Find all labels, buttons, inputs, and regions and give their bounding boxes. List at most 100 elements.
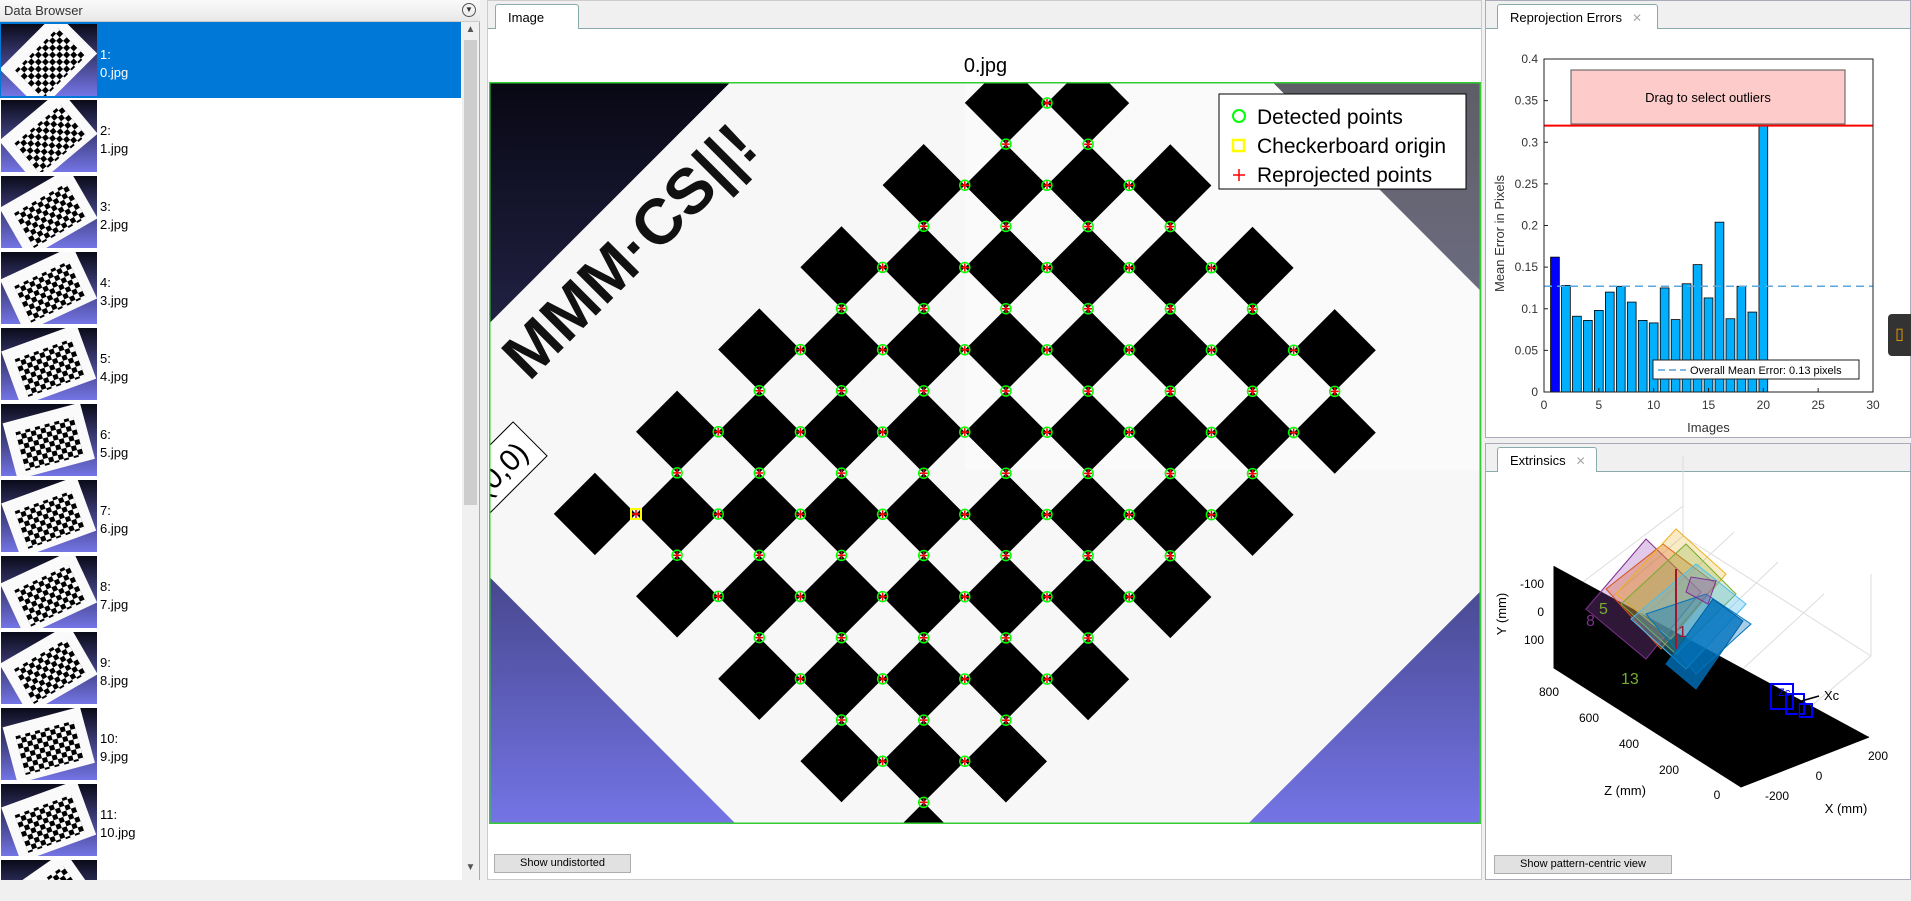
y-tick-label: 0.35 <box>1515 94 1539 108</box>
image-list-item[interactable]: 2: 1.jpg <box>0 98 461 174</box>
z-tick: 0 <box>1714 788 1721 802</box>
image-list-item[interactable]: 7: 6.jpg <box>0 478 461 554</box>
y-tick-label: 0 <box>1531 385 1538 399</box>
image-index: 7: <box>100 503 111 518</box>
z-tick: 200 <box>1659 763 1679 777</box>
image-list-item[interactable]: 6: 5.jpg <box>0 402 461 478</box>
error-bar <box>1670 319 1681 393</box>
image-list-item[interactable] <box>0 858 461 880</box>
error-bar <box>1572 315 1582 393</box>
image-index: 8: <box>100 579 111 594</box>
image-list-label: 2: 1.jpg <box>100 122 128 158</box>
error-bar <box>1648 322 1659 393</box>
image-list-item[interactable]: 11: 10.jpg <box>0 782 461 858</box>
image-list-label: 3: 2.jpg <box>100 198 128 234</box>
y-axis-label: Y (mm) <box>1494 593 1509 635</box>
image-list-label: 11: 10.jpg <box>100 806 135 842</box>
data-browser-title: Data Browser <box>4 3 83 18</box>
image-filename: 3.jpg <box>100 293 129 308</box>
error-bar <box>1626 301 1637 393</box>
image-list-item[interactable]: 3: 2.jpg <box>0 174 461 250</box>
board-label: 13 <box>1621 671 1639 688</box>
image-list-item[interactable]: 4: 3.jpg <box>0 250 461 326</box>
image-thumbnail <box>1 252 97 324</box>
show-pattern-centric-view-button[interactable]: Show pattern-centric view <box>1494 855 1672 874</box>
image-list-item[interactable]: 5: 4.jpg <box>0 326 461 402</box>
image-index: 6: <box>100 427 111 442</box>
x-tick-label: 25 <box>1811 398 1825 412</box>
data-browser-panel: Data Browser ▼ 1: 0.jpg 2: 1.jpg 3: 2.jpg 4: 3.… <box>0 0 480 880</box>
image-thumbnail <box>1 708 97 780</box>
x-tick: 0 <box>1816 769 1823 783</box>
image-thumbnail <box>1 632 97 704</box>
x-tick-label: 10 <box>1647 398 1661 412</box>
scrollbar-thumb[interactable] <box>464 40 477 505</box>
image-list-label: 1: 0.jpg <box>100 46 128 82</box>
usb-icon[interactable]: ▯ <box>1888 314 1911 356</box>
y-tick: -100 <box>1520 577 1544 591</box>
image-filename: 9.jpg <box>100 749 129 764</box>
error-bar <box>1605 291 1615 393</box>
z-tick: 800 <box>1539 685 1559 699</box>
camera-z-label: Zc <box>1778 687 1791 699</box>
scroll-down-icon[interactable]: ▼ <box>462 862 479 878</box>
calibration-image[interactable]: MMM·CS||! (0,0) Detected points Checkerb… <box>489 82 1481 824</box>
image-thumbnail <box>1 24 97 96</box>
y-tick-label: 0.3 <box>1521 135 1538 149</box>
image-thumbnail <box>1 100 97 172</box>
image-index: 10: <box>100 731 119 746</box>
image-filename: 4.jpg <box>100 369 129 384</box>
image-thumbnail <box>1 328 97 400</box>
reprojection-error-chart[interactable]: Drag to select outliers 0 5 10 15 20 25 30 0 0.05… <box>1486 1 1911 439</box>
image-index: 4: <box>100 275 111 290</box>
drag-hint: Drag to select outliers <box>1645 90 1771 105</box>
image-thumbnail <box>1 860 97 880</box>
extrinsics-3d-plot[interactable]: 8 5 13 1 Xc Yc Zc -100 0 100 800 600 400… <box>1486 444 1911 844</box>
image-list-label: 4: 3.jpg <box>100 274 128 310</box>
x-tick-label: 5 <box>1595 398 1602 412</box>
x-tick-label: 20 <box>1757 398 1771 412</box>
y-tick-label: 0.2 <box>1521 219 1538 233</box>
scroll-up-icon[interactable]: ▲ <box>462 24 479 40</box>
y-tick-label: 0.25 <box>1515 177 1539 191</box>
image-list-label: 7: 6.jpg <box>100 502 128 538</box>
image-filename: 6.jpg <box>100 521 129 536</box>
image-index: 1: <box>100 47 111 62</box>
legend-detected: Detected points <box>1257 106 1403 129</box>
image-index: 11: <box>100 807 118 822</box>
image-index: 3: <box>100 199 111 214</box>
image-list-item[interactable]: 10: 9.jpg <box>0 706 461 782</box>
x-axis-label: X (mm) <box>1825 801 1868 816</box>
image-panel: Image 0.jpg MMM·CS||! (0,0) Detected poi… <box>487 0 1482 880</box>
image-list-item[interactable]: 1: 0.jpg <box>0 22 461 98</box>
y-tick: 100 <box>1524 633 1544 647</box>
image-index: 2: <box>100 123 111 138</box>
x-tick: -200 <box>1765 789 1789 803</box>
image-filename: 7.jpg <box>100 597 129 612</box>
image-list-item[interactable]: 9: 8.jpg <box>0 630 461 706</box>
error-bar <box>1550 256 1560 393</box>
error-bar <box>1583 320 1593 393</box>
y-tick-label: 0.4 <box>1521 52 1538 66</box>
panel-menu-icon[interactable]: ▼ <box>462 3 476 17</box>
image-list-label: 5: 4.jpg <box>100 350 128 386</box>
image-index: 9: <box>100 655 111 670</box>
image-list-label: 9: 8.jpg <box>100 654 128 690</box>
image-filename: 2.jpg <box>100 217 129 232</box>
show-undistorted-button[interactable]: Show undistorted <box>494 854 631 873</box>
z-tick: 400 <box>1619 737 1639 751</box>
camera-x-label: Xc <box>1824 688 1840 703</box>
error-bar <box>1615 285 1626 393</box>
camera-y-label: Yc <box>1799 728 1815 743</box>
y-ticks: -100 0 100 <box>1520 577 1544 647</box>
image-thumbnail <box>1 176 97 248</box>
image-list-item[interactable]: 8: 7.jpg <box>0 554 461 630</box>
y-tick: 0 <box>1537 605 1544 619</box>
image-thumbnail <box>1 784 97 856</box>
tab-image[interactable]: Image <box>495 4 579 29</box>
legend-mean-text: Overall Mean Error: 0.13 pixels <box>1690 365 1842 377</box>
x-tick-label: 30 <box>1866 398 1880 412</box>
y-tick-label: 0.1 <box>1521 302 1538 316</box>
error-bar <box>1725 318 1736 393</box>
image-filename: 0.jpg <box>100 65 129 80</box>
